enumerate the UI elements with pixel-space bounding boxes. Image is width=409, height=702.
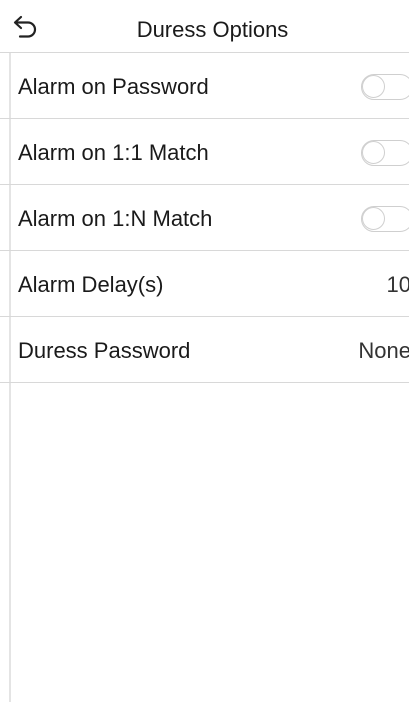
- toggle-knob: [362, 207, 385, 230]
- toggle-knob: [362, 141, 385, 164]
- duress-password-value: None: [358, 338, 409, 363]
- setting-label: Alarm on 1:N Match: [18, 206, 213, 231]
- setting-alarm-on-password[interactable]: Alarm on Password: [0, 53, 409, 119]
- setting-alarm-on-1-n-match[interactable]: Alarm on 1:N Match: [0, 185, 409, 251]
- page-title: Duress Options: [136, 17, 289, 42]
- alarm-on-1-n-match-toggle[interactable]: [361, 206, 409, 232]
- alarm-on-1-1-match-toggle[interactable]: [361, 140, 409, 166]
- header-bar: Duress Options: [0, 0, 409, 53]
- settings-list: Alarm on Password Alarm on 1:1 Match Ala…: [0, 53, 409, 383]
- setting-label: Alarm on Password: [18, 74, 209, 99]
- setting-alarm-delay[interactable]: Alarm Delay(s) 10: [0, 251, 409, 317]
- setting-duress-password[interactable]: Duress Password None: [0, 317, 409, 383]
- alarm-on-password-toggle[interactable]: [361, 74, 409, 100]
- setting-label: Alarm Delay(s): [18, 272, 164, 297]
- alarm-delay-value: 10: [386, 272, 409, 297]
- setting-label: Alarm on 1:1 Match: [18, 140, 209, 165]
- setting-label: Duress Password: [18, 338, 191, 363]
- setting-alarm-on-1-1-match[interactable]: Alarm on 1:1 Match: [0, 119, 409, 185]
- duress-options-screen: Duress Options Alarm on Password Alarm o…: [0, 0, 409, 702]
- toggle-knob: [362, 75, 385, 98]
